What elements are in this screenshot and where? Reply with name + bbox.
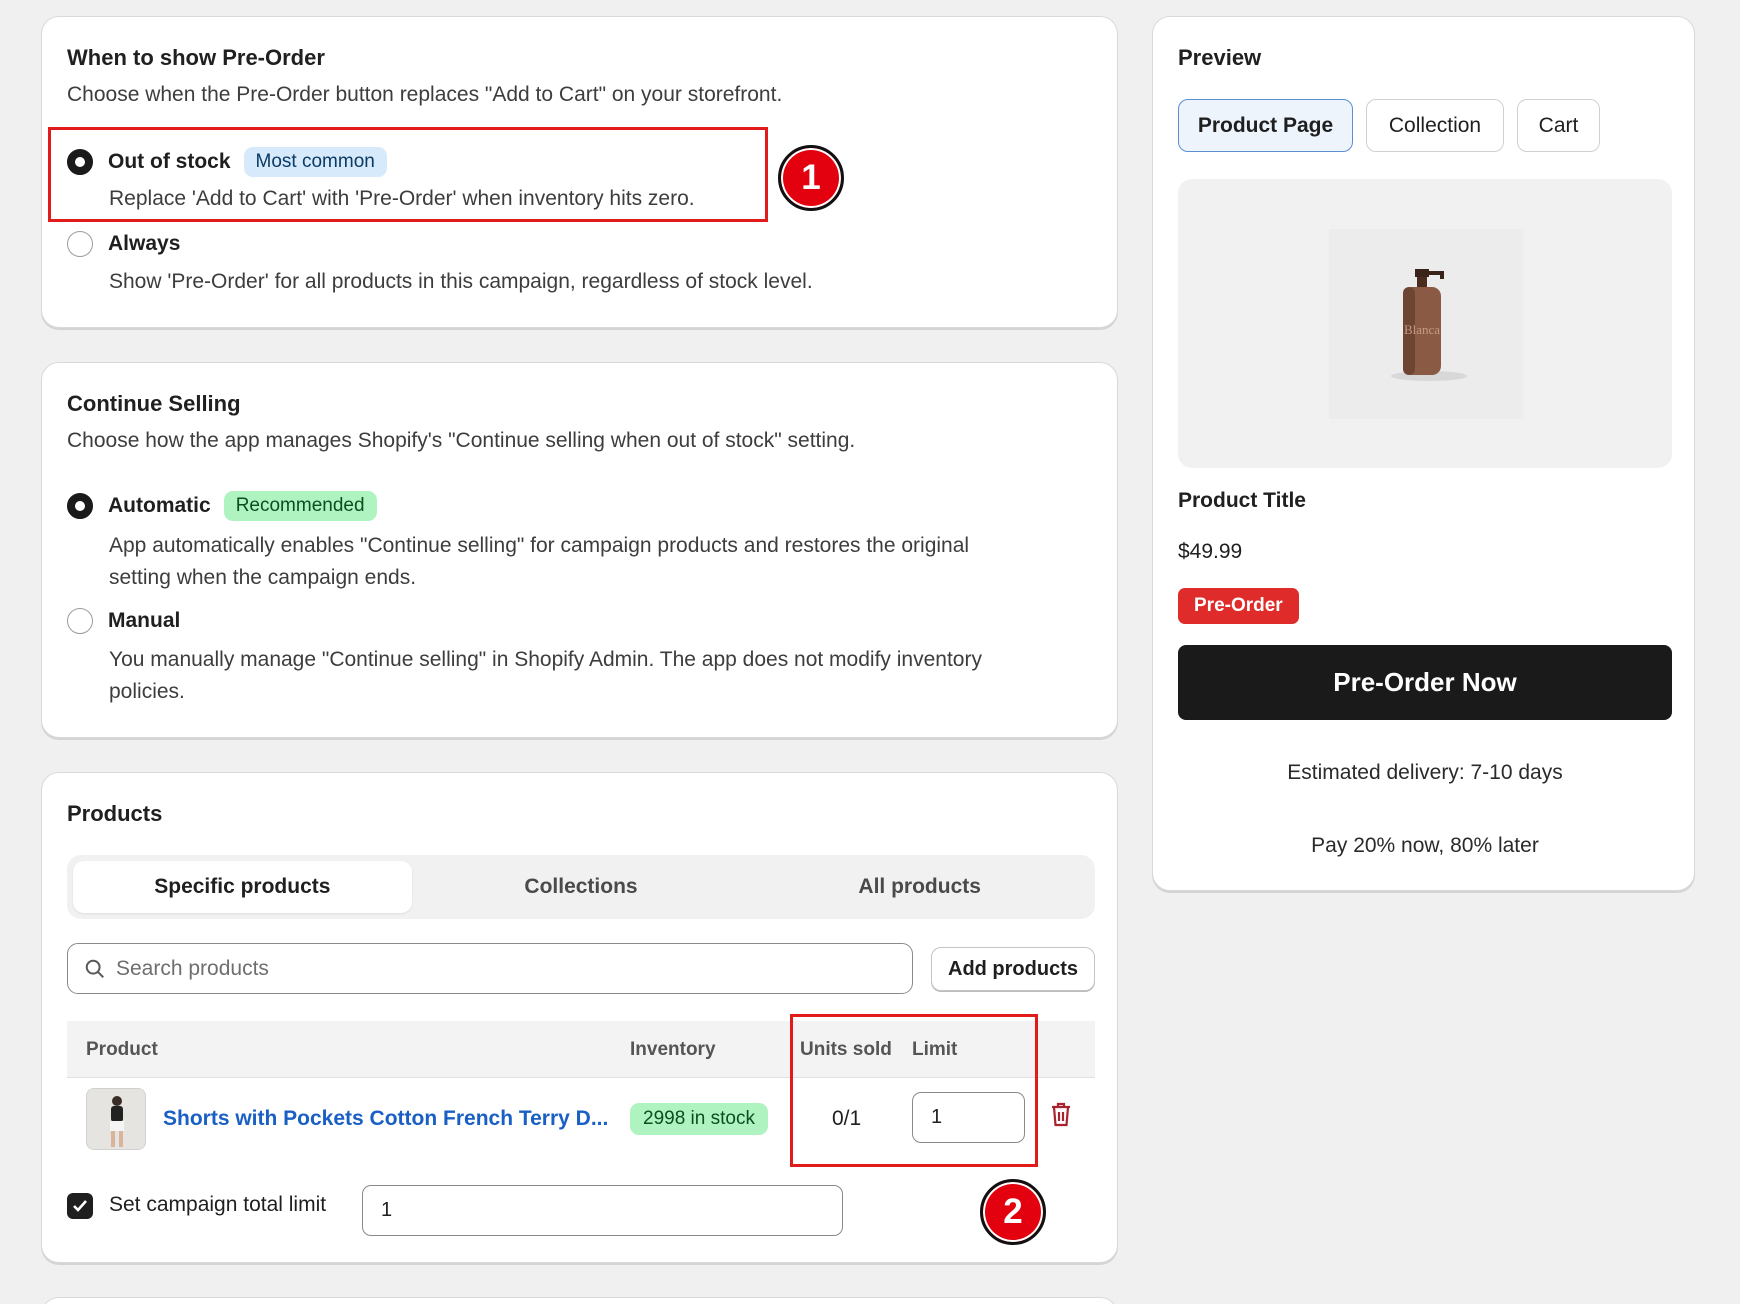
checkmark-icon: [73, 1200, 87, 1212]
add-products-button[interactable]: Add products: [931, 947, 1095, 991]
annotation-marker-2: 2: [980, 1179, 1046, 1245]
card-description: Choose when the Pre-Order button replace…: [67, 83, 783, 106]
search-placeholder: Search products: [116, 956, 269, 980]
card-title: Preview: [1178, 45, 1262, 70]
radio-automatic[interactable]: Automatic Recommended: [67, 491, 377, 521]
card-title: When to show Pre-Order: [67, 45, 325, 70]
campaign-limit-input[interactable]: 1: [362, 1185, 843, 1236]
help-line: setting when the campaign ends.: [109, 566, 417, 589]
product-thumbnail: [86, 1088, 146, 1150]
product-image: Blanca: [1178, 179, 1672, 468]
radio-label: Always: [108, 232, 181, 255]
radio-help-text: Show 'Pre-Order' for all products in thi…: [109, 270, 813, 293]
tab-cart[interactable]: Cart: [1517, 99, 1600, 152]
search-input[interactable]: Search products: [67, 943, 913, 994]
radio-always[interactable]: Always: [67, 231, 180, 257]
recommended-badge: Recommended: [223, 491, 377, 521]
search-icon: [85, 959, 104, 978]
product-brand-text: Blanca: [1404, 322, 1440, 337]
preview-card: Preview Product Page Collection Cart Bla…: [1152, 16, 1695, 891]
product-link[interactable]: Shorts with Pockets Cotton French Terry …: [163, 1107, 613, 1131]
tab-all-products[interactable]: All products: [750, 861, 1089, 913]
annotation-box-2: [790, 1014, 1038, 1167]
radio-help-text: App automatically enables "Continue sell…: [109, 530, 969, 594]
radio-button[interactable]: [67, 608, 93, 634]
column-inventory: Inventory: [630, 1039, 716, 1060]
delivery-text: Estimated delivery: 7-10 days: [1287, 761, 1563, 784]
radio-button-selected[interactable]: [67, 493, 93, 519]
tab-collections[interactable]: Collections: [412, 861, 751, 913]
product-scope-tabs: Specific products Collections All produc…: [67, 855, 1095, 919]
annotation-marker-1: 1: [778, 145, 844, 211]
card-title: Continue Selling: [67, 391, 241, 416]
help-line: You manually manage "Continue selling" i…: [109, 648, 982, 671]
tab-product-page[interactable]: Product Page: [1178, 99, 1353, 152]
card-description: Choose how the app manages Shopify's "Co…: [67, 429, 856, 452]
tab-collection[interactable]: Collection: [1366, 99, 1504, 152]
payment-text: Pay 20% now, 80% later: [1311, 834, 1539, 857]
product-price: $49.99: [1178, 540, 1243, 563]
annotation-box-1: [48, 127, 768, 222]
card-title: Products: [67, 801, 163, 826]
product-title: Product Title: [1178, 489, 1306, 512]
continue-selling-card: Continue Selling Choose how the app mana…: [41, 362, 1118, 738]
radio-button[interactable]: [67, 231, 93, 257]
help-line: App automatically enables "Continue sell…: [109, 534, 970, 557]
radio-label: Automatic: [108, 494, 211, 517]
preorder-now-button[interactable]: Pre-Order Now: [1178, 645, 1672, 720]
radio-help-text: You manually manage "Continue selling" i…: [109, 644, 982, 708]
tab-specific-products[interactable]: Specific products: [73, 861, 412, 913]
column-product: Product: [86, 1039, 158, 1060]
product-image-frame: Blanca: [1329, 229, 1523, 419]
trash-icon[interactable]: [1050, 1102, 1072, 1133]
help-line: policies.: [109, 680, 185, 703]
campaign-limit-label: Set campaign total limit: [109, 1193, 327, 1216]
radio-manual[interactable]: Manual: [67, 608, 180, 634]
inventory-badge: 2998 in stock: [630, 1103, 768, 1135]
campaign-limit-checkbox[interactable]: [67, 1193, 93, 1219]
radio-label: Manual: [108, 609, 181, 632]
next-card-partial: [41, 1297, 1118, 1304]
preorder-badge: Pre-Order: [1178, 588, 1299, 624]
